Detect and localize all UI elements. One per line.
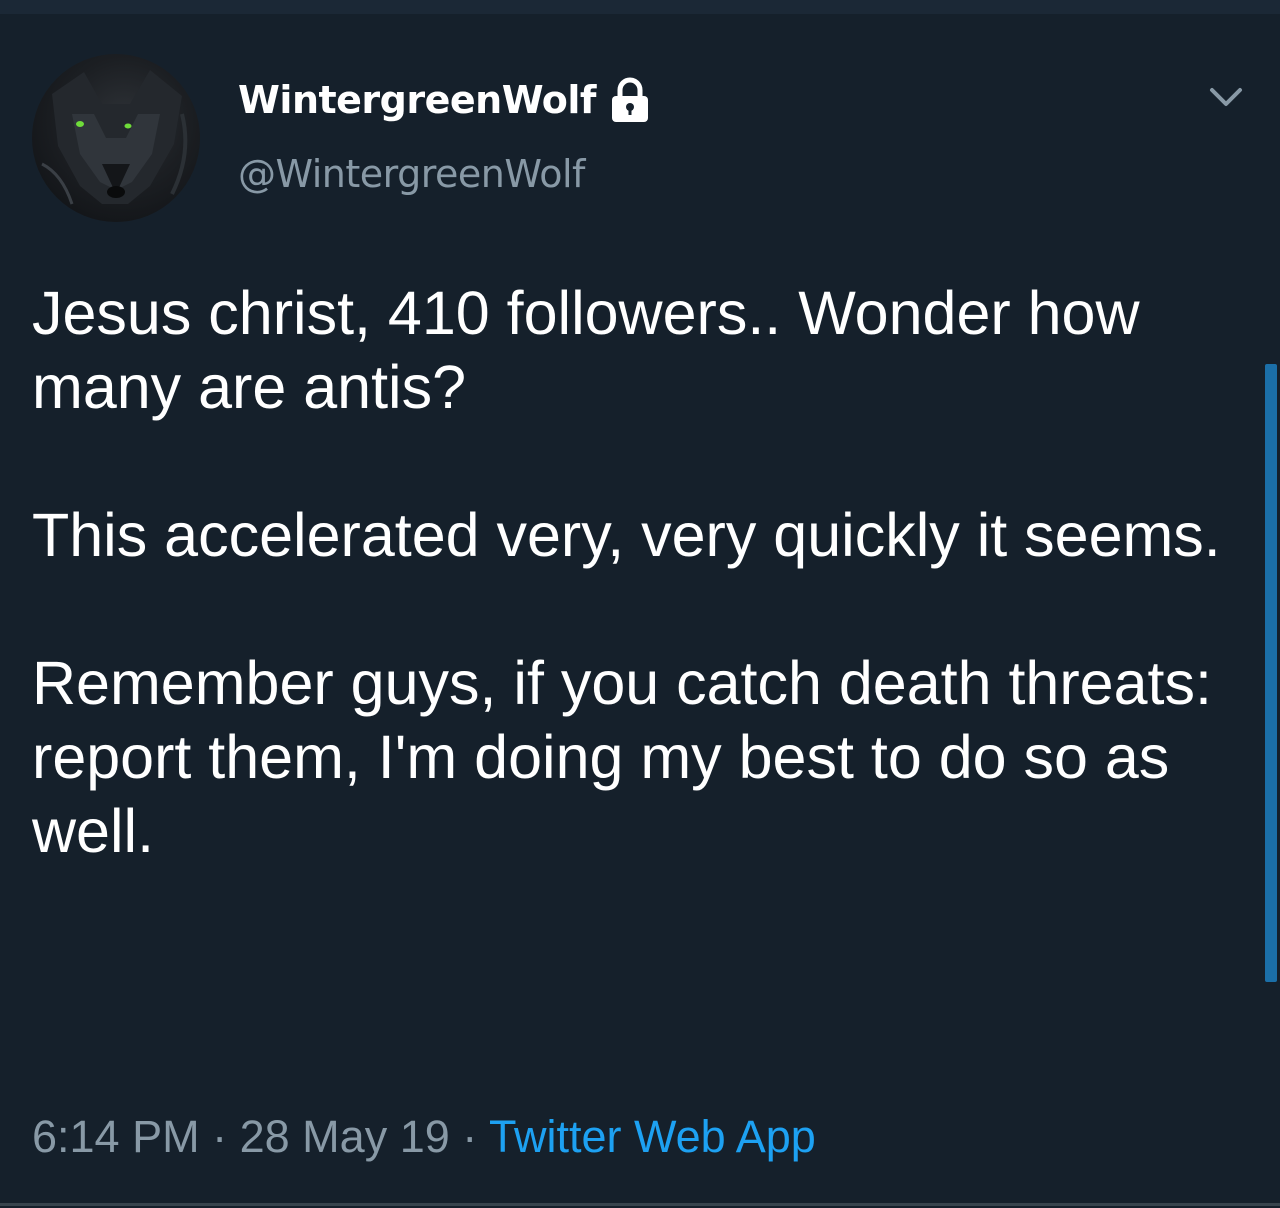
tweet-paragraph: Remember guys, if you catch death threat…	[32, 649, 1212, 865]
tweet-paragraph: This accelerated very, very quickly it s…	[32, 501, 1221, 569]
user-handle[interactable]: @WintergreenWolf	[238, 152, 585, 196]
chevron-down-icon[interactable]	[1206, 82, 1246, 112]
tweet-text: Jesus christ, 410 followers.. Wonder how…	[32, 276, 1232, 868]
divider	[0, 1203, 1280, 1206]
separator-dot: ·	[462, 1111, 478, 1162]
separator-dot: ·	[212, 1111, 228, 1162]
user-name-row: WintergreenWolf	[238, 72, 652, 128]
top-strip	[0, 0, 1280, 14]
wolf-avatar-icon	[41, 70, 188, 205]
tweet-time[interactable]: 6:14 PM	[32, 1111, 200, 1162]
tweet-paragraph: Jesus christ, 410 followers.. Wonder how…	[32, 279, 1140, 421]
avatar[interactable]	[32, 54, 200, 222]
scrollbar[interactable]	[1265, 364, 1277, 982]
tweet-date[interactable]: 28 May 19	[240, 1111, 450, 1162]
lock-icon	[608, 76, 652, 124]
tweet-metadata: 6:14 PM · 28 May 19 · Twitter Web App	[32, 1108, 816, 1166]
display-name[interactable]: WintergreenWolf	[238, 78, 596, 122]
tweet-source-link[interactable]: Twitter Web App	[489, 1111, 816, 1162]
